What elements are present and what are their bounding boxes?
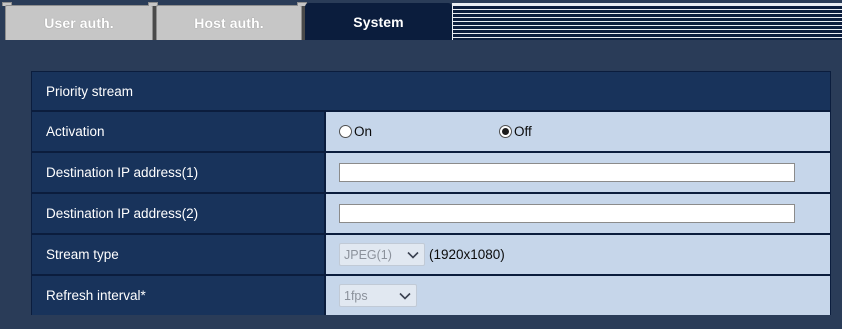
stream-type-select[interactable]: JPEG(1): [339, 243, 425, 266]
activation-off-radio[interactable]: Off: [499, 124, 532, 139]
dest-ip-2-input[interactable]: [339, 204, 795, 223]
activation-value: On Off: [326, 112, 830, 151]
refresh-interval-value: 1fps: [326, 276, 830, 315]
dest-ip-2-label: Destination IP address(2): [32, 194, 324, 233]
chevron-down-icon: [399, 292, 411, 300]
radio-circle-icon[interactable]: [339, 125, 352, 138]
activation-on-label: On: [354, 124, 373, 139]
activation-on-radio[interactable]: On: [339, 124, 372, 139]
refresh-interval-label-text: Refresh interval*: [46, 288, 146, 303]
dest-ip-2-value: [326, 194, 830, 233]
tab-user-auth-label: User auth.: [44, 15, 114, 31]
dest-ip-2-label-text: Destination IP address(2): [46, 206, 199, 221]
activation-off-label: Off: [514, 124, 532, 139]
tab-host-auth-label: Host auth.: [194, 15, 264, 31]
activation-label-text: Activation: [46, 124, 105, 139]
radio-circle-icon[interactable]: [499, 125, 513, 138]
row-dest-ip-1: Destination IP address(1): [32, 153, 830, 192]
refresh-interval-label: Refresh interval*: [32, 276, 324, 315]
dest-ip-1-input[interactable]: [339, 163, 795, 182]
row-refresh-interval: Refresh interval* 1fps: [32, 276, 830, 315]
stream-type-label: Stream type: [32, 235, 324, 274]
dest-ip-1-label-text: Destination IP address(1): [46, 165, 199, 180]
stream-type-label-text: Stream type: [46, 247, 119, 262]
tab-system[interactable]: System: [305, 3, 452, 40]
tab-user-auth[interactable]: User auth.: [5, 5, 153, 40]
app-window: User auth. Host auth. System Priority st…: [0, 0, 842, 329]
row-dest-ip-2: Destination IP address(2): [32, 194, 830, 233]
tab-bar: User auth. Host auth. System: [0, 0, 842, 40]
refresh-interval-select[interactable]: 1fps: [339, 284, 417, 307]
tab-bar-stripes: [452, 5, 842, 40]
activation-label: Activation: [32, 112, 324, 151]
row-activation: Activation On Off: [32, 112, 830, 151]
stream-type-selected: JPEG(1): [344, 247, 392, 262]
panel-title: Priority stream: [32, 72, 830, 110]
tab-host-auth[interactable]: Host auth.: [156, 5, 302, 40]
refresh-interval-selected: 1fps: [344, 288, 368, 303]
dest-ip-1-label: Destination IP address(1): [32, 153, 324, 192]
dest-ip-1-value: [326, 153, 830, 192]
chevron-down-icon: [407, 251, 419, 259]
row-stream-type: Stream type JPEG(1) (1920x1080): [32, 235, 830, 274]
stream-type-value: JPEG(1) (1920x1080): [326, 235, 830, 274]
priority-stream-panel: Priority stream Activation On Off Destin…: [31, 71, 831, 315]
activation-radio-group: On Off: [339, 124, 532, 139]
panel-title-text: Priority stream: [46, 83, 134, 99]
tab-system-label: System: [353, 13, 404, 30]
stream-resolution: (1920x1080): [429, 247, 505, 262]
